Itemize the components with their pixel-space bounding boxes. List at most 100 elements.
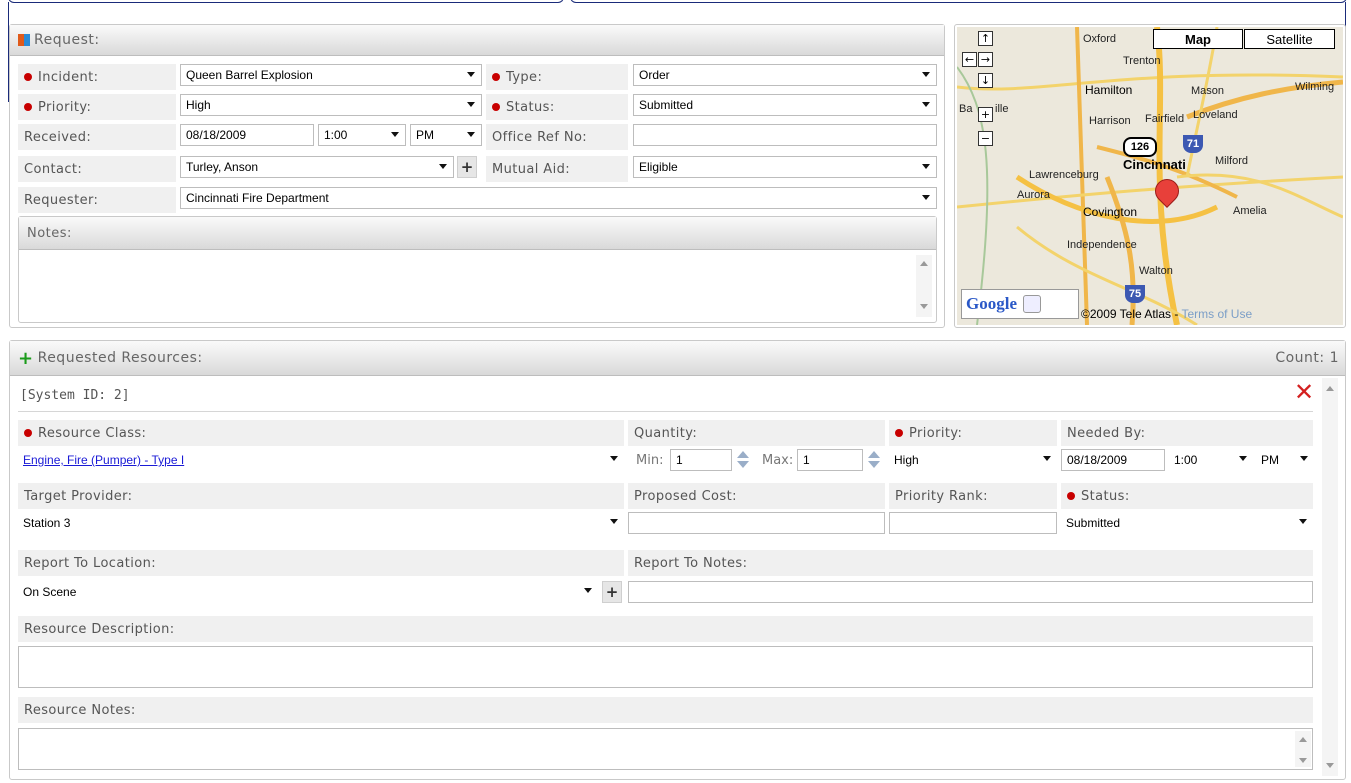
report-location-select[interactable]: On Scene bbox=[18, 581, 598, 603]
delete-resource-icon[interactable]: ✕ bbox=[1292, 380, 1316, 404]
res-priority-select[interactable]: High bbox=[889, 449, 1057, 471]
incident-label: Incident: bbox=[18, 64, 176, 90]
google-logo[interactable]: Google bbox=[961, 289, 1079, 319]
map-place-label: Ba bbox=[959, 103, 973, 115]
pan-up-icon[interactable]: ↑ bbox=[978, 31, 993, 46]
incident-select[interactable]: Queen Barrel Explosion bbox=[180, 64, 482, 86]
map-place-label: Oxford bbox=[1083, 33, 1117, 45]
min-label: Min: bbox=[636, 453, 664, 468]
contact-select[interactable]: Turley, Anson bbox=[180, 156, 454, 178]
map-panel: Map Satellite ↑ ← → ↓ + − Oxford Trenton… bbox=[954, 24, 1346, 328]
map-place-label: Loveland bbox=[1193, 109, 1238, 121]
magnifier-icon bbox=[1023, 295, 1041, 313]
chevron-down-icon bbox=[1043, 456, 1051, 461]
map-place-label: Independence bbox=[1067, 239, 1137, 251]
quantity-max-input[interactable]: 1 bbox=[797, 449, 863, 471]
terms-of-use-link[interactable]: Terms of Use bbox=[1181, 307, 1252, 321]
received-date-input[interactable]: 08/18/2009 bbox=[180, 124, 314, 146]
pan-left-icon[interactable]: ← bbox=[962, 52, 977, 67]
needed-by-date-input[interactable]: 08/18/2009 bbox=[1061, 449, 1165, 471]
map-place-label: Lawrenceburg bbox=[1029, 169, 1099, 181]
chevron-down-icon bbox=[922, 102, 930, 107]
received-time-select[interactable]: 1:00 bbox=[318, 124, 406, 146]
chevron-down-icon bbox=[439, 164, 447, 169]
scroll-up-icon[interactable] bbox=[920, 261, 928, 266]
status-select[interactable]: Submitted bbox=[633, 94, 937, 116]
proposed-cost-input[interactable] bbox=[628, 512, 885, 534]
required-icon bbox=[895, 429, 903, 437]
resources-count: Count: 1 bbox=[1275, 350, 1339, 366]
map-place-label: ille bbox=[995, 103, 1009, 115]
notes-scrollbar[interactable] bbox=[916, 255, 932, 317]
chevron-down-icon bbox=[610, 456, 618, 461]
map-type-satellite-button[interactable]: Satellite bbox=[1244, 29, 1335, 49]
required-icon bbox=[24, 103, 32, 111]
map-place-label: Harrison bbox=[1089, 115, 1131, 127]
resources-scrollbar[interactable] bbox=[1322, 378, 1338, 776]
scroll-up-icon[interactable] bbox=[1299, 737, 1307, 742]
map-place-label: Walton bbox=[1139, 265, 1173, 277]
scroll-down-icon[interactable] bbox=[920, 304, 928, 309]
chevron-down-icon bbox=[391, 132, 399, 137]
route-shield-75: 75 bbox=[1125, 285, 1145, 303]
needed-by-ampm-select[interactable]: PM bbox=[1256, 449, 1314, 471]
map-place-label: Covington bbox=[1083, 205, 1138, 219]
resources-divider bbox=[18, 411, 1313, 412]
top-brace-right bbox=[570, 0, 1347, 3]
resource-notes-label: Resource Notes: bbox=[18, 697, 1313, 723]
chevron-down-icon bbox=[584, 588, 592, 593]
chevron-down-icon bbox=[1300, 456, 1308, 461]
proposed-cost-label: Proposed Cost: bbox=[628, 483, 885, 509]
map-place-label: Wilming bbox=[1295, 81, 1335, 93]
add-location-button[interactable]: + bbox=[602, 581, 622, 603]
quantity-min-input[interactable]: 1 bbox=[670, 449, 732, 471]
max-label: Max: bbox=[762, 453, 794, 468]
type-select[interactable]: Order bbox=[633, 64, 937, 86]
resources-header: + Requested Resources: Count: 1 bbox=[10, 341, 1345, 376]
scroll-up-icon[interactable] bbox=[1326, 386, 1334, 391]
request-icon bbox=[18, 34, 30, 46]
quantity-max-stepper[interactable] bbox=[867, 449, 880, 471]
needed-by-time-select[interactable]: 1:00 bbox=[1169, 449, 1253, 471]
top-brace-left bbox=[8, 0, 564, 3]
resource-class-link[interactable]: Engine, Fire (Pumper) - Type I bbox=[23, 453, 184, 467]
received-ampm-select[interactable]: PM bbox=[410, 124, 482, 146]
resource-description-textarea[interactable] bbox=[18, 646, 1313, 688]
map-place-label: Amelia bbox=[1233, 205, 1267, 217]
notes-textarea[interactable] bbox=[21, 253, 934, 320]
requester-label: Requester: bbox=[18, 187, 176, 213]
pan-right-icon[interactable]: → bbox=[978, 52, 993, 67]
map-type-map-button[interactable]: Map bbox=[1153, 29, 1243, 49]
priority-rank-input[interactable] bbox=[889, 512, 1057, 534]
resource-notes-textarea[interactable] bbox=[18, 728, 1313, 770]
required-icon bbox=[24, 73, 32, 81]
quantity-min-stepper[interactable] bbox=[736, 449, 749, 471]
scroll-down-icon[interactable] bbox=[1326, 763, 1334, 768]
notes-header: Notes: bbox=[19, 217, 936, 250]
type-label: Type: bbox=[486, 64, 628, 90]
target-provider-select[interactable]: Station 3 bbox=[18, 512, 624, 534]
res-status-select[interactable]: Submitted bbox=[1061, 512, 1313, 534]
target-provider-label: Target Provider: bbox=[18, 483, 624, 509]
requester-select[interactable]: Cincinnati Fire Department bbox=[180, 187, 937, 209]
priority-select[interactable]: High bbox=[180, 94, 482, 116]
zoom-in-icon[interactable]: + bbox=[978, 107, 993, 122]
resource-notes-scrollbar[interactable] bbox=[1295, 731, 1311, 767]
zoom-out-icon[interactable]: − bbox=[978, 131, 993, 146]
pan-down-icon[interactable]: ↓ bbox=[978, 73, 993, 88]
add-resource-icon[interactable]: + bbox=[18, 348, 34, 369]
map-place-label: Trenton bbox=[1123, 55, 1161, 67]
office-ref-input[interactable] bbox=[633, 124, 937, 146]
map-roads bbox=[957, 27, 1343, 325]
report-notes-input[interactable] bbox=[628, 581, 1313, 603]
report-location-label: Report To Location: bbox=[18, 550, 624, 576]
resource-class-select[interactable]: Engine, Fire (Pumper) - Type I bbox=[18, 449, 624, 471]
chevron-down-icon bbox=[467, 72, 475, 77]
add-contact-button[interactable]: + bbox=[457, 156, 477, 178]
chevron-down-icon bbox=[922, 195, 930, 200]
scroll-down-icon[interactable] bbox=[1299, 758, 1307, 763]
map-view[interactable]: Map Satellite ↑ ← → ↓ + − Oxford Trenton… bbox=[957, 27, 1343, 325]
priority-label: Priority: bbox=[18, 94, 176, 120]
mutual-aid-select[interactable]: Eligible bbox=[633, 156, 937, 178]
resource-description-label: Resource Description: bbox=[18, 616, 1313, 642]
